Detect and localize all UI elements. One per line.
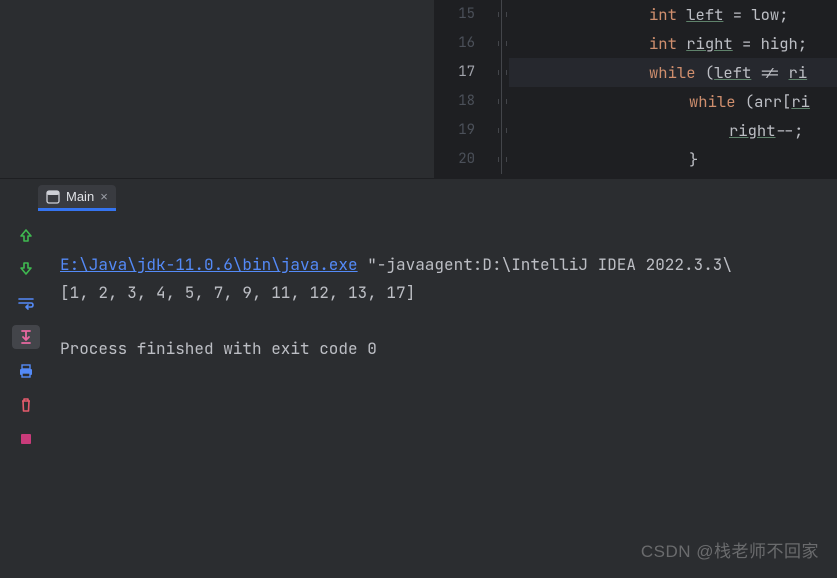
arrow-down-icon[interactable] <box>12 257 40 281</box>
fold-mark[interactable] <box>493 87 509 116</box>
java-exe-link[interactable]: E:\Java\jdk-11.0.6\bin\java.exe <box>60 254 358 275</box>
code-line[interactable]: } <box>509 145 837 174</box>
console-line-finish: Process finished with exit code 0 <box>60 338 377 359</box>
fold-mark[interactable] <box>493 116 509 145</box>
line-number[interactable]: 15 <box>435 0 493 29</box>
java-args: "-javaagent:D:\IntelliJ IDEA 2022.3.3\ <box>358 254 732 275</box>
code-editor[interactable]: int left = low;int right = high;while (l… <box>509 0 837 178</box>
line-number[interactable]: 16 <box>435 29 493 58</box>
line-number[interactable]: 20 <box>435 145 493 174</box>
code-line[interactable]: while (arr[ri <box>509 87 837 116</box>
watermark: CSDN @栈老师不回家 <box>641 537 819 562</box>
run-side-toolbar <box>0 215 52 451</box>
line-number[interactable]: 18 <box>435 87 493 116</box>
run-tab-label: Main <box>66 189 94 204</box>
print-icon[interactable] <box>12 359 40 383</box>
scroll-to-end-icon[interactable] <box>12 325 40 349</box>
run-tab-main[interactable]: Main × <box>38 185 116 211</box>
close-icon[interactable]: × <box>100 189 108 204</box>
code-line[interactable]: right--; <box>509 116 837 145</box>
run-tool-window: Main × E:\Java\jdk-11.0.6\bin\java.exe "… <box>0 178 837 578</box>
fold-gutter[interactable] <box>493 0 509 178</box>
code-line[interactable]: int right = high; <box>509 29 837 58</box>
fold-mark[interactable] <box>493 58 509 87</box>
editor-area: 151617181920 int left = low;int right = … <box>0 0 837 178</box>
clear-icon[interactable] <box>12 393 40 417</box>
stop-icon[interactable] <box>12 427 40 451</box>
editor-blank-left <box>0 0 435 178</box>
line-number-gutter[interactable]: 151617181920 <box>435 0 493 178</box>
console-output[interactable]: E:\Java\jdk-11.0.6\bin\java.exe "-javaag… <box>60 223 837 391</box>
arrow-up-icon[interactable] <box>12 223 40 247</box>
fold-mark[interactable] <box>493 145 509 174</box>
line-number[interactable]: 19 <box>435 116 493 145</box>
code-line[interactable]: int left = low; <box>509 0 837 29</box>
application-icon <box>46 190 60 204</box>
run-tab-bar: Main × <box>38 185 116 211</box>
console-line-output: [1, 2, 3, 4, 5, 7, 9, 11, 12, 13, 17] <box>60 282 415 303</box>
code-line[interactable]: while (left != ri <box>509 58 837 87</box>
fold-mark[interactable] <box>493 29 509 58</box>
soft-wrap-icon[interactable] <box>12 291 40 315</box>
fold-mark[interactable] <box>493 0 509 29</box>
line-number[interactable]: 17 <box>435 58 493 87</box>
